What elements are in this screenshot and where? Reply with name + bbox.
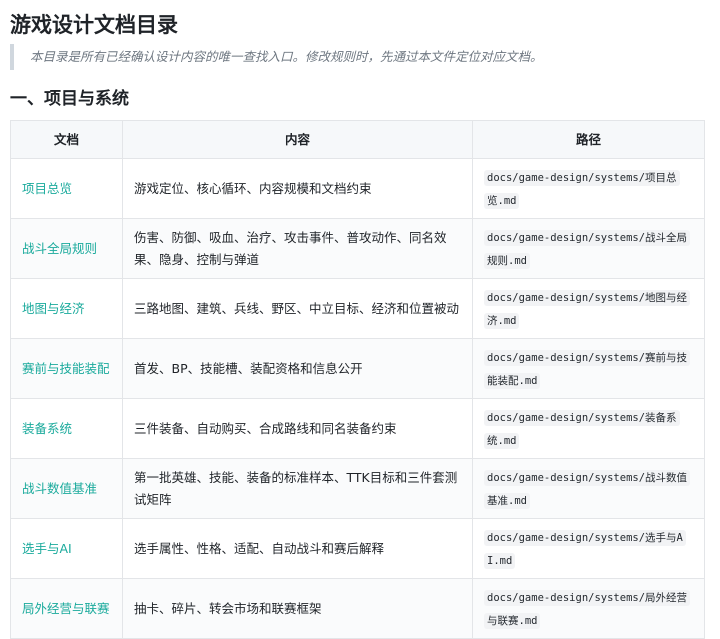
doc-link[interactable]: 战斗全局规则 — [22, 241, 97, 256]
table-row: 选手与AI 选手属性、性格、适配、自动战斗和赛后解释 docs/game-desig… — [10, 518, 705, 579]
table-header: 文档 内容 路径 — [10, 120, 705, 159]
path-code: docs/game-design/systems/装备系统.md — [484, 409, 680, 449]
path-cell: docs/game-design/systems/项目总览.md — [472, 158, 705, 219]
doc-link[interactable]: 装备系统 — [22, 421, 72, 436]
table-row: 装备系统 三件装备、自动购买、合成路线和同名装备约束 docs/game-desig… — [10, 398, 705, 459]
doc-link[interactable]: 地图与经济 — [22, 301, 85, 316]
doc-cell: 战斗数值基准 — [10, 458, 123, 519]
content-cell: 三件装备、自动购买、合成路线和同名装备约束 — [122, 398, 473, 459]
doc-link[interactable]: 局外经营与联赛 — [22, 601, 110, 616]
content-cell: 伤害、防御、吸血、治疗、攻击事件、普攻动作、同名效果、隐身、控制与弹道 — [122, 218, 473, 279]
doc-cell: 项目总览 — [10, 158, 123, 219]
column-header-path: 路径 — [472, 120, 705, 159]
path-cell: docs/game-design/systems/选手与AI.md — [472, 518, 705, 579]
path-cell: docs/game-design/systems/装备系统.md — [472, 398, 705, 459]
path-code: docs/game-design/systems/地图与经济.md — [484, 289, 691, 329]
doc-cell: 选手与AI — [10, 518, 123, 579]
path-code: docs/game-design/systems/局外经营与联赛.md — [484, 589, 691, 629]
column-header-content: 内容 — [122, 120, 473, 159]
doc-link[interactable]: 项目总览 — [22, 181, 72, 196]
intro-blockquote: 本目录是所有已经确认设计内容的唯一查找入口。修改规则时，先通过本文件定位对应文档… — [10, 44, 710, 70]
page-title: 游戏设计文档目录 — [10, 13, 178, 37]
path-code: docs/game-design/systems/项目总览.md — [484, 169, 680, 209]
content-cell: 游戏定位、核心循环、内容规模和文档约束 — [122, 158, 473, 219]
doc-cell: 装备系统 — [10, 398, 123, 459]
doc-link[interactable]: 选手与AI — [22, 541, 72, 556]
table-row: 项目总览 游戏定位、核心循环、内容规模和文档约束 docs/game-design/… — [10, 158, 705, 219]
section-heading: 一、项目与系统 — [10, 89, 129, 109]
table-row: 局外经营与联赛 抽卡、碎片、转会市场和联赛框架 docs/game-design/s… — [10, 578, 705, 639]
doc-link[interactable]: 战斗数值基准 — [22, 481, 97, 496]
path-code: docs/game-design/systems/赛前与技能装配.md — [484, 349, 691, 389]
path-cell: docs/game-design/systems/战斗全局规则.md — [472, 218, 705, 279]
content-cell: 三路地图、建筑、兵线、野区、中立目标、经济和位置被动 — [122, 278, 473, 339]
path-code: docs/game-design/systems/战斗数值基准.md — [484, 469, 691, 509]
document-page: 游戏设计文档目录 本目录是所有已经确认设计内容的唯一查找入口。修改规则时，先通过… — [0, 0, 720, 639]
doc-cell: 局外经营与联赛 — [10, 578, 123, 639]
path-code: docs/game-design/systems/选手与AI.md — [484, 529, 686, 569]
path-cell: docs/game-design/systems/地图与经济.md — [472, 278, 705, 339]
table-header-row: 文档 内容 路径 — [10, 120, 705, 159]
path-cell: docs/game-design/systems/战斗数值基准.md — [472, 458, 705, 519]
path-cell: docs/game-design/systems/局外经营与联赛.md — [472, 578, 705, 639]
path-code: docs/game-design/systems/战斗全局规则.md — [484, 229, 691, 269]
doc-cell: 赛前与技能装配 — [10, 338, 123, 399]
table-row: 战斗全局规则 伤害、防御、吸血、治疗、攻击事件、普攻动作、同名效果、隐身、控制与弹… — [10, 218, 705, 279]
doc-cell: 地图与经济 — [10, 278, 123, 339]
table-row: 地图与经济 三路地图、建筑、兵线、野区、中立目标、经济和位置被动 docs/game… — [10, 278, 705, 339]
content-cell: 抽卡、碎片、转会市场和联赛框架 — [122, 578, 473, 639]
table-row: 赛前与技能装配 首发、BP、技能槽、装配资格和信息公开 docs/game-desi… — [10, 338, 705, 399]
table-row: 战斗数值基准 第一批英雄、技能、装备的标准样本、TTK目标和三件套测试矩阵 docs… — [10, 458, 705, 519]
doc-cell: 战斗全局规则 — [10, 218, 123, 279]
content-cell: 首发、BP、技能槽、装配资格和信息公开 — [122, 338, 473, 399]
path-cell: docs/game-design/systems/赛前与技能装配.md — [472, 338, 705, 399]
content-cell: 选手属性、性格、适配、自动战斗和赛后解释 — [122, 518, 473, 579]
toc-table: 文档 内容 路径 项目总览 游戏定位、核心循环、内容规模和文档约束 docs/gam… — [10, 120, 705, 639]
column-header-doc: 文档 — [10, 120, 123, 159]
table-body: 项目总览 游戏定位、核心循环、内容规模和文档约束 docs/game-design/… — [10, 158, 705, 639]
doc-link[interactable]: 赛前与技能装配 — [22, 361, 110, 376]
content-cell: 第一批英雄、技能、装备的标准样本、TTK目标和三件套测试矩阵 — [122, 458, 473, 519]
